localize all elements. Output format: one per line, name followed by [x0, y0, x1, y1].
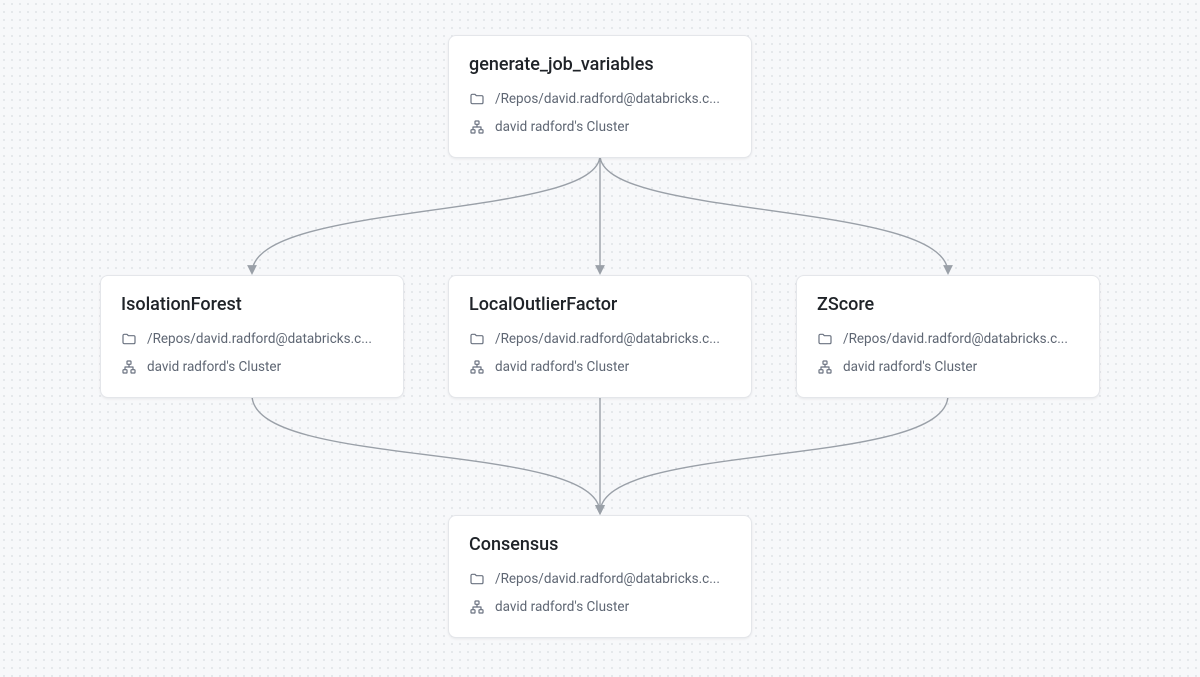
- task-repo-path: /Repos/david.radford@databricks.c...: [843, 331, 1079, 347]
- task-cluster-name: david radford's Cluster: [495, 119, 731, 135]
- task-cluster-name: david radford's Cluster: [495, 359, 731, 375]
- task-title: ZScore: [817, 294, 1079, 315]
- task-repo-path: /Repos/david.radford@databricks.c...: [147, 331, 383, 347]
- task-node-local-outlier-factor[interactable]: LocalOutlierFactor /Repos/david.radford@…: [448, 275, 752, 398]
- cluster-icon: [121, 359, 137, 375]
- cluster-icon: [469, 599, 485, 615]
- task-cluster-name: david radford's Cluster: [147, 359, 383, 375]
- task-repo-row: /Repos/david.radford@databricks.c...: [469, 567, 731, 591]
- task-title: Consensus: [469, 534, 731, 555]
- cluster-icon: [469, 119, 485, 135]
- task-node-consensus[interactable]: Consensus /Repos/david.radford@databrick…: [448, 515, 752, 638]
- task-repo-path: /Repos/david.radford@databricks.c...: [495, 331, 731, 347]
- task-node-isolation-forest[interactable]: IsolationForest /Repos/david.radford@dat…: [100, 275, 404, 398]
- task-title: IsolationForest: [121, 294, 383, 315]
- folder-icon: [121, 331, 137, 347]
- task-cluster-row: david radford's Cluster: [121, 355, 383, 379]
- task-cluster-row: david radford's Cluster: [469, 355, 731, 379]
- task-cluster-name: david radford's Cluster: [495, 599, 731, 615]
- task-node-generate-job-variables[interactable]: generate_job_variables /Repos/david.radf…: [448, 35, 752, 158]
- cluster-icon: [469, 359, 485, 375]
- task-repo-path: /Repos/david.radford@databricks.c...: [495, 571, 731, 587]
- dag-canvas: generate_job_variables /Repos/david.radf…: [0, 0, 1200, 677]
- task-cluster-row: david radford's Cluster: [817, 355, 1079, 379]
- cluster-icon: [817, 359, 833, 375]
- task-title: LocalOutlierFactor: [469, 294, 731, 315]
- folder-icon: [469, 571, 485, 587]
- folder-icon: [469, 331, 485, 347]
- task-repo-row: /Repos/david.radford@databricks.c...: [817, 327, 1079, 351]
- task-repo-path: /Repos/david.radford@databricks.c...: [495, 91, 731, 107]
- task-cluster-row: david radford's Cluster: [469, 595, 731, 619]
- folder-icon: [817, 331, 833, 347]
- task-repo-row: /Repos/david.radford@databricks.c...: [469, 327, 731, 351]
- task-cluster-name: david radford's Cluster: [843, 359, 1079, 375]
- task-cluster-row: david radford's Cluster: [469, 115, 731, 139]
- folder-icon: [469, 91, 485, 107]
- task-title: generate_job_variables: [469, 54, 731, 75]
- task-node-zscore[interactable]: ZScore /Repos/david.radford@databricks.c…: [796, 275, 1100, 398]
- task-repo-row: /Repos/david.radford@databricks.c...: [121, 327, 383, 351]
- task-repo-row: /Repos/david.radford@databricks.c...: [469, 87, 731, 111]
